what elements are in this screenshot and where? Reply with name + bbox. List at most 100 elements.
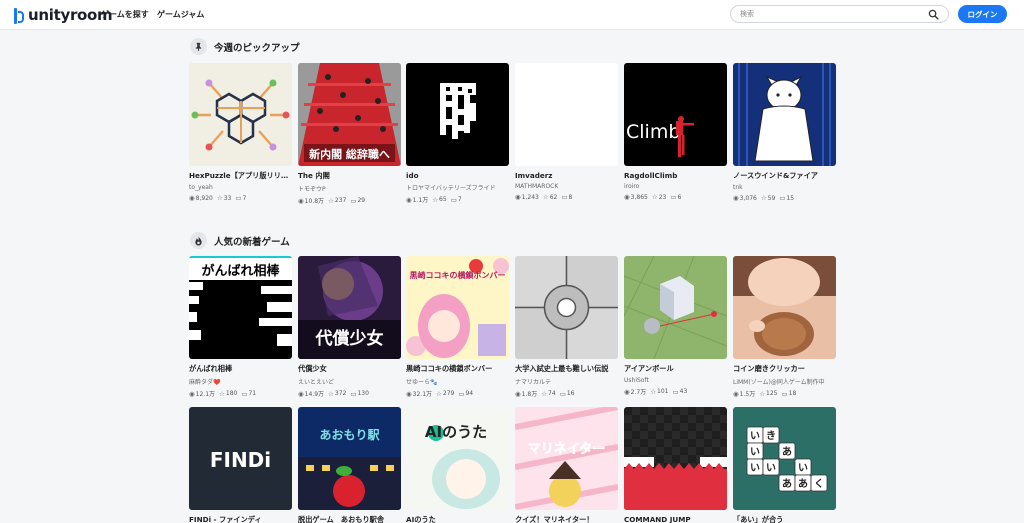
- game-thumbnail[interactable]: [189, 63, 292, 166]
- unityroom-logo[interactable]: unityroom: [14, 6, 113, 24]
- game-thumbnail[interactable]: い き い あ い い い あ あ く: [733, 407, 836, 510]
- game-author[interactable]: トモぞウP: [298, 184, 401, 193]
- game-card[interactable]: ノースウインド&ファイア tnk ◉ 3,076 ☆ 59 ▭ 15: [733, 63, 836, 202]
- game-title[interactable]: 代償少女: [298, 364, 401, 374]
- star-icon: ☆: [328, 196, 334, 205]
- game-title[interactable]: アイアンボール: [624, 364, 727, 374]
- game-title[interactable]: クイズ！マリネイター！: [515, 515, 618, 523]
- game-title[interactable]: 大学入試史上最も難しい伝説: [515, 364, 618, 374]
- game-title[interactable]: がんばれ相棒: [189, 364, 292, 374]
- view-count: 1.8万: [521, 391, 538, 398]
- game-card[interactable]: FINDi FINDi - ファインディ: [189, 407, 292, 523]
- game-title[interactable]: Imvaderz: [515, 171, 618, 180]
- search-icon[interactable]: [928, 9, 939, 20]
- game-title[interactable]: HexPuzzle【アプリ版リリース: [189, 171, 292, 181]
- game-thumbnail[interactable]: あおもり駅: [298, 407, 401, 510]
- game-author[interactable]: to_yeah: [189, 184, 292, 191]
- game-card[interactable]: HexPuzzle【アプリ版リリース to_yeah ◉ 8,920 ☆ 33 ▭ 7: [189, 63, 292, 202]
- section-title-popular-new: 人気の新着ゲーム: [190, 232, 290, 249]
- star-count: 62: [549, 193, 558, 201]
- comment-count: 6: [677, 193, 682, 201]
- game-title[interactable]: COMMAND JUMP: [624, 515, 727, 523]
- game-title[interactable]: The 内閣: [298, 171, 401, 181]
- game-author[interactable]: 麻酔タダ❤️: [189, 377, 292, 386]
- game-thumbnail[interactable]: 代償少女: [298, 256, 401, 359]
- game-card[interactable]: Imvaderz MATHMAROCK ◉ 1,243 ☆ 62 ▭ 8: [515, 63, 618, 201]
- game-thumbnail[interactable]: 新内閣 総辞職へ: [298, 63, 401, 166]
- game-author[interactable]: iroiro: [624, 183, 727, 190]
- game-title[interactable]: コイン磨きクリッカー: [733, 364, 836, 374]
- game-title[interactable]: FINDi - ファインディ: [189, 515, 292, 523]
- game-thumbnail[interactable]: [515, 256, 618, 359]
- game-title[interactable]: 脱出ゲーム あおもり駅舎: [298, 515, 401, 523]
- game-thumbnail[interactable]: FINDi: [189, 407, 292, 510]
- game-card[interactable]: AIのうた AIのうた: [406, 407, 509, 523]
- login-button[interactable]: ログイン: [958, 5, 1007, 23]
- game-author[interactable]: せゆーら🐾: [406, 377, 509, 386]
- game-card[interactable]: 大学入試史上最も難しい伝説 ナマリカルテ ◉ 1.8万 ☆ 74 ▭ 16: [515, 256, 618, 398]
- game-card[interactable]: 新内閣 総辞職へ The 内閣 トモぞウP ◉ 10.8万 ☆ 237 ▭ 29: [298, 63, 401, 205]
- game-author[interactable]: LiMM(ゾーム)@同人ゲーム制作中: [733, 377, 836, 386]
- game-thumbnail[interactable]: [624, 256, 727, 359]
- game-author[interactable]: えいとえいど: [298, 377, 401, 386]
- nav-find-games[interactable]: ゲームを探す: [101, 9, 149, 20]
- game-title[interactable]: 「あい」が合う: [733, 515, 836, 523]
- game-thumbnail[interactable]: がんばれ相棒: [189, 256, 292, 359]
- game-author[interactable]: トロヤマイバッテリーズフライド: [406, 183, 509, 192]
- game-thumbnail[interactable]: [406, 63, 509, 166]
- game-stats: ◉ 10.8万 ☆ 237 ▭ 29: [298, 196, 401, 206]
- eye-icon: ◉: [298, 389, 304, 398]
- game-thumbnail[interactable]: [733, 63, 836, 166]
- nav-game-jam[interactable]: ゲームジャム: [157, 9, 204, 20]
- search-box: [730, 5, 949, 23]
- fire-icon: [190, 232, 207, 249]
- star-count: 23: [658, 193, 667, 201]
- game-thumbnail[interactable]: AIのうた: [406, 407, 509, 510]
- star-icon: ☆: [651, 193, 658, 201]
- game-card[interactable]: 代償少女 代償少女 えいとえいど ◉ 14.9万 ☆ 372 ▭ 130: [298, 256, 401, 398]
- game-title[interactable]: RagdollClimb: [624, 171, 727, 180]
- star-count: 279: [442, 390, 455, 397]
- logo-text: unityroom: [28, 6, 113, 24]
- game-thumbnail[interactable]: Climb: [624, 63, 727, 166]
- star-icon: ☆: [650, 387, 657, 396]
- game-thumbnail[interactable]: [624, 407, 727, 510]
- tile-text: あ: [782, 477, 792, 490]
- section-title-pickup: 今週のピックアップ: [190, 38, 300, 55]
- game-title[interactable]: AIのうた: [406, 515, 509, 523]
- game-author[interactable]: ナマリカルテ: [515, 377, 618, 386]
- unityroom-logo-icon: [14, 7, 25, 24]
- game-card[interactable]: い き い あ い い い あ あ く 「あい」が合う: [733, 407, 836, 523]
- comment-icon: ▭: [458, 389, 465, 398]
- game-thumbnail[interactable]: 黒崎ココキの横鎖ボンバー: [406, 256, 509, 359]
- section-label: 今週のピックアップ: [214, 42, 300, 54]
- view-count: 3,076: [739, 194, 757, 202]
- game-card[interactable]: ido トロヤマイバッテリーズフライド ◉ 1.1万 ☆ 65 ▭ 7: [406, 63, 509, 204]
- game-card[interactable]: マリネイター クイズ！マリネイター！: [515, 407, 618, 523]
- game-author[interactable]: MATHMAROCK: [515, 183, 618, 190]
- search-input[interactable]: [740, 10, 920, 18]
- game-author[interactable]: UshiSoft: [624, 377, 727, 384]
- game-title[interactable]: ido: [406, 171, 509, 180]
- game-thumbnail[interactable]: [733, 256, 836, 359]
- game-thumbnail[interactable]: マリネイター: [515, 407, 618, 510]
- star-icon: ☆: [436, 389, 442, 398]
- game-card[interactable]: アイアンボール UshiSoft ◉ 2.7万 ☆ 101 ▭ 43: [624, 256, 727, 396]
- star-count: 33: [223, 194, 232, 202]
- view-count: 14.9万: [304, 391, 325, 398]
- game-card[interactable]: COMMAND JUMP: [624, 407, 727, 523]
- view-count: 10.8万: [304, 198, 325, 205]
- game-title[interactable]: 黒崎ココキの横鎖ボンバー: [406, 364, 509, 374]
- star-icon: ☆: [216, 194, 223, 202]
- game-card[interactable]: がんばれ相棒 がんばれ相棒 麻酔タダ❤️ ◉ 12.1万 ☆ 180 ▭ 71: [189, 256, 292, 398]
- game-thumbnail[interactable]: [515, 63, 618, 166]
- game-card[interactable]: Climb RagdollClimb iroiro ◉ 3,865 ☆ 23 ▭ 6: [624, 63, 727, 201]
- game-card[interactable]: コイン磨きクリッカー LiMM(ゾーム)@同人ゲーム制作中 ◉ 1.5万 ☆ 125…: [733, 256, 836, 398]
- game-author[interactable]: tnk: [733, 184, 836, 191]
- star-count: 125: [766, 390, 778, 397]
- star-count: 180: [225, 390, 238, 397]
- game-card[interactable]: 黒崎ココキの横鎖ボンバー 黒崎ココキの横鎖ボンバー せゆーら🐾 ◉ 32.1万 ☆…: [406, 256, 509, 398]
- game-title[interactable]: ノースウインド&ファイア: [733, 171, 836, 181]
- pin-icon: [190, 38, 207, 55]
- game-card[interactable]: あおもり駅 脱出ゲーム あおもり駅舎: [298, 407, 401, 523]
